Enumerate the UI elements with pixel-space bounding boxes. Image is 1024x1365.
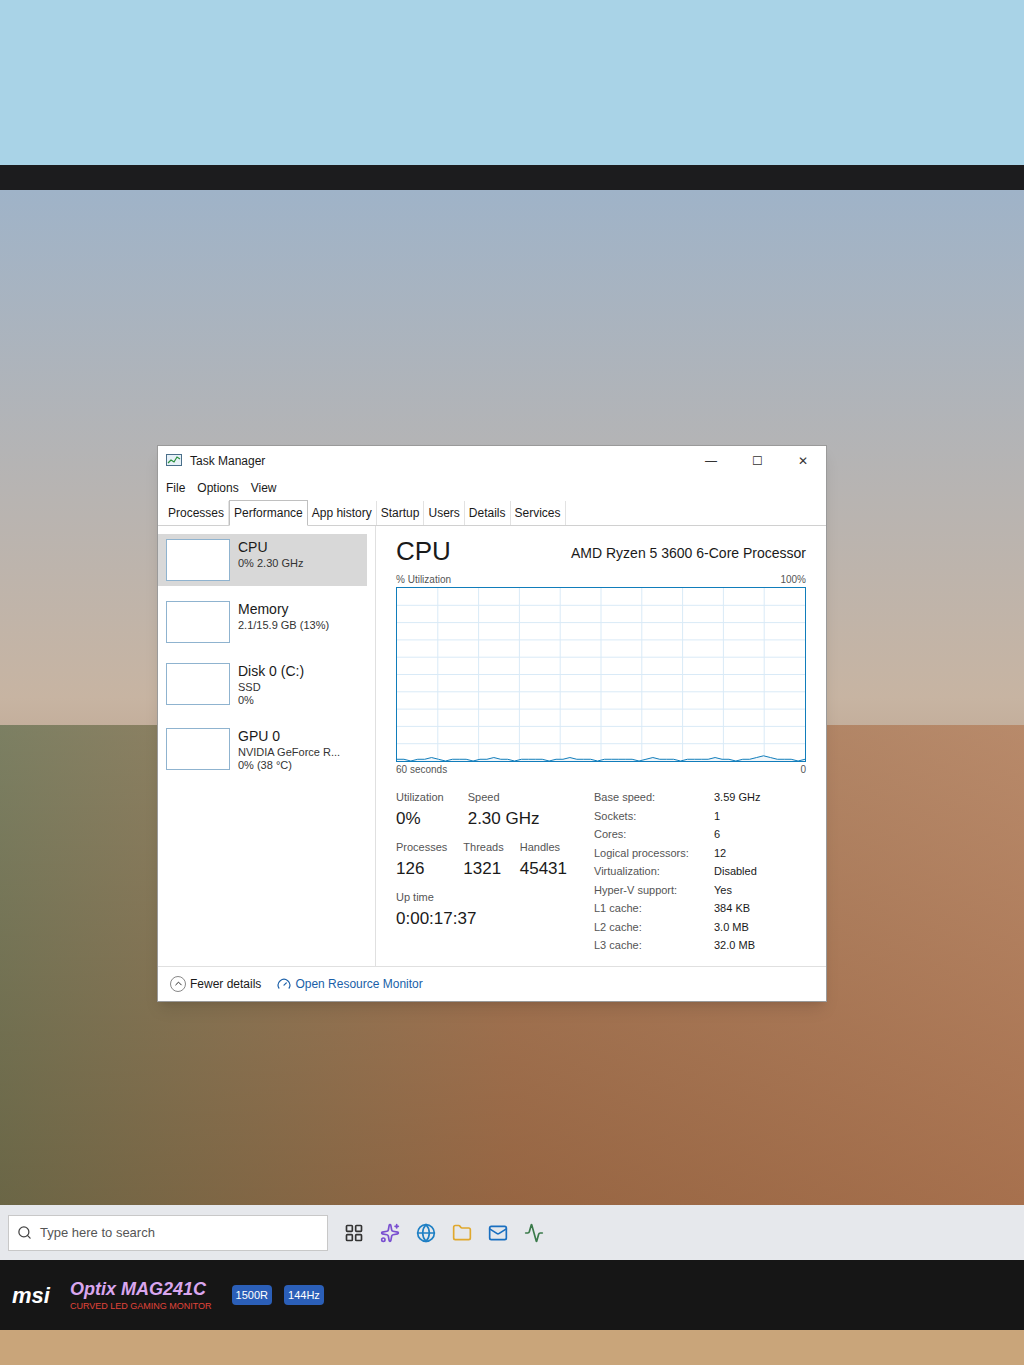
sidebar-graph-box	[166, 728, 230, 770]
chart-frame	[396, 587, 806, 762]
tab-bar: ProcessesPerformanceApp historyStartupUs…	[158, 500, 826, 526]
search-placeholder: Type here to search	[40, 1223, 155, 1243]
tab[interactable]: Performance	[229, 500, 308, 526]
detail-label: L2 cache:	[594, 919, 706, 936]
detail-value: 3.0 MB	[714, 919, 806, 936]
sidebar: CPU0% 2.30 GHz Memory2.1/15.9 GB (13%) Dis…	[158, 526, 376, 966]
stat: Utilization0%	[396, 789, 444, 831]
uptime: Up time0:00:17:37	[396, 889, 586, 931]
cpu-chart	[397, 588, 805, 761]
task-manager-window: Task Manager—☐✕FileOptionsViewProcessesP…	[157, 445, 827, 1002]
detail-label: Hyper-V support:	[594, 882, 706, 899]
explorer-icon[interactable]	[452, 1223, 472, 1243]
detail-value: 1	[714, 808, 806, 825]
taskbar: Type here to search	[0, 1205, 1024, 1260]
detail-label: Logical processors:	[594, 845, 706, 862]
menu-item[interactable]: View	[251, 479, 277, 497]
cpu-panel: CPU AMD Ryzen 5 3600 6-Core Processor % Ut…	[376, 526, 826, 966]
sidebar-item-detail: 0% (38 °C)	[238, 759, 340, 773]
monitor-bottom-bezel: msi Optix MAG241CCURVED LED GAMING MONITO…	[0, 1260, 1024, 1330]
sidebar-item-name: Memory	[238, 601, 329, 619]
tab[interactable]: Startup	[377, 501, 425, 525]
tab[interactable]: Services	[511, 501, 566, 525]
task-manager-taskbar-icon[interactable]	[524, 1223, 544, 1243]
search-box[interactable]: Type here to search	[8, 1215, 328, 1251]
sidebar-item-name: GPU 0	[238, 728, 340, 746]
sidebar-item-detail: 0%	[238, 694, 304, 708]
detail-value: Disabled	[714, 863, 806, 880]
sidebar-graph-box	[166, 601, 230, 643]
gauge-icon	[277, 977, 291, 991]
maximize-button[interactable]: ☐	[734, 446, 780, 476]
detail-label: Base speed:	[594, 789, 706, 806]
mail-icon[interactable]	[488, 1223, 508, 1243]
stat: Speed2.30 GHz	[468, 789, 540, 831]
detail-label: L3 cache:	[594, 937, 706, 954]
panel-title: CPU	[396, 538, 451, 564]
menu-item[interactable]: File	[166, 479, 185, 497]
stat: Threads1321	[463, 839, 503, 881]
window-title: Task Manager	[190, 452, 265, 470]
tab[interactable]: Processes	[164, 501, 229, 525]
search-icon	[17, 1225, 32, 1240]
tab[interactable]: Details	[465, 501, 511, 525]
sidebar-item[interactable]: GPU 0NVIDIA GeForce R...0% (38 °C)	[158, 723, 367, 778]
desk	[0, 1330, 1024, 1365]
spec-badge: 144Hz	[284, 1285, 324, 1306]
detail-value: 6	[714, 826, 806, 843]
task-manager-icon	[166, 454, 182, 468]
sidebar-item-name: Disk 0 (C:)	[238, 663, 304, 681]
sidebar-graph-box	[166, 539, 230, 581]
chevron-up-icon	[170, 976, 186, 992]
sidebar-graph-box	[166, 663, 230, 705]
task-view-icon[interactable]	[344, 1223, 364, 1243]
axis-min: 0	[800, 762, 806, 777]
fewer-details-button[interactable]: Fewer details	[170, 975, 261, 993]
time-span: 60 seconds	[396, 762, 447, 777]
edge-icon[interactable]	[416, 1223, 436, 1243]
detail-label: Cores:	[594, 826, 706, 843]
copilot-icon[interactable]	[380, 1223, 400, 1243]
resource-monitor-link[interactable]: Open Resource Monitor	[277, 975, 422, 993]
detail-label: Virtualization:	[594, 863, 706, 880]
detail-value: 384 KB	[714, 900, 806, 917]
sidebar-item[interactable]: Disk 0 (C:)SSD0%	[158, 658, 367, 713]
model-name: Optix MAG241C	[70, 1278, 212, 1301]
desktop: Task Manager—☐✕FileOptionsViewProcessesP…	[0, 190, 1024, 1205]
content: CPU0% 2.30 GHzMemory2.1/15.9 GB (13%)Dis…	[158, 526, 826, 966]
sidebar-item[interactable]: CPU0% 2.30 GHz	[158, 534, 367, 586]
cpu-details: Base speed: 3.59 GHz Sockets: 1 Cores: 6 Logic…	[594, 789, 806, 954]
sidebar-item-detail: 2.1/15.9 GB (13%)	[238, 619, 329, 633]
detail-value: 3.59 GHz	[714, 789, 806, 806]
detail-value: Yes	[714, 882, 806, 899]
footer: Fewer details Open Resource Monitor	[158, 966, 826, 1001]
tab[interactable]: App history	[308, 501, 377, 525]
title-bar: Task Manager —☐✕	[158, 446, 826, 476]
tagline: CURVED LED GAMING MONITOR	[70, 1301, 212, 1312]
menu-bar: File Options View	[158, 476, 826, 500]
stat: Processes126	[396, 839, 447, 881]
sidebar-item-detail: NVIDIA GeForce R...	[238, 746, 340, 760]
detail-value: 12	[714, 845, 806, 862]
cpu-model: AMD Ryzen 5 3600 6-Core Processor	[571, 543, 806, 564]
tab[interactable]: Users	[424, 501, 464, 525]
axis-max: 100%	[780, 572, 806, 587]
minimize-button[interactable]: —	[688, 446, 734, 476]
monitor-top-bezel	[0, 165, 1024, 190]
menu-item[interactable]: Options	[197, 479, 238, 497]
sidebar-item-name: CPU	[238, 539, 303, 557]
detail-value: 32.0 MB	[714, 937, 806, 954]
close-button[interactable]: ✕	[780, 446, 826, 476]
sidebar-item[interactable]: Memory2.1/15.9 GB (13%)	[158, 596, 367, 648]
detail-label: Sockets:	[594, 808, 706, 825]
photo: Task Manager—☐✕FileOptionsViewProcessesP…	[0, 0, 1024, 1365]
axis-label: % Utilization	[396, 572, 451, 587]
stat: Handles45431	[520, 839, 567, 881]
spec-badge: 1500R	[232, 1285, 272, 1306]
sidebar-item-detail: 0% 2.30 GHz	[238, 557, 303, 571]
detail-label: L1 cache:	[594, 900, 706, 917]
wall	[0, 0, 1024, 165]
sidebar-item-detail: SSD	[238, 681, 304, 695]
brand-logo: msi	[12, 1279, 50, 1312]
